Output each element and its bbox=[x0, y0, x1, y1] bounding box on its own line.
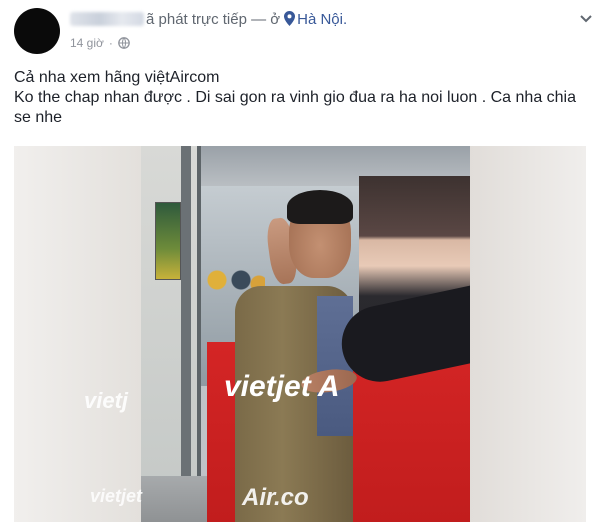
man-hair bbox=[287, 190, 353, 224]
banner-text: Air.co bbox=[242, 484, 309, 511]
post-text-line: Ko the chap nhan được . Di sai gon ra vi… bbox=[14, 89, 577, 126]
location-link[interactable]: Hà Nội. bbox=[297, 11, 347, 28]
video-frame bbox=[141, 146, 470, 522]
avatar[interactable] bbox=[14, 8, 60, 54]
post-meta: 14 giờ · bbox=[70, 36, 130, 50]
banner-text: vietjet A bbox=[224, 370, 340, 403]
video-player[interactable]: vietj vietjet A vietjet Air.co bbox=[14, 146, 586, 522]
chevron-down-icon[interactable] bbox=[578, 10, 594, 26]
door-frame bbox=[181, 146, 191, 522]
post-text-line: Cả nha xem hãng việtAircom bbox=[14, 69, 220, 86]
floor bbox=[141, 476, 207, 522]
small-poster bbox=[155, 202, 181, 280]
man-shirt bbox=[317, 296, 353, 436]
meta-separator: · bbox=[108, 36, 113, 50]
globe-icon[interactable] bbox=[118, 37, 130, 49]
post-body: Cả nha xem hãng việtAircom Ko the chap n… bbox=[14, 68, 584, 128]
video-pad-left bbox=[14, 146, 141, 522]
facebook-post: ã phát trực tiếp — ở Hà Nội. 14 giờ · Cả … bbox=[0, 0, 600, 522]
banner-text: vietj bbox=[84, 388, 129, 413]
location-pin-icon bbox=[284, 11, 296, 26]
video-pad-right bbox=[470, 146, 586, 522]
banner-text: vietjet bbox=[90, 486, 143, 506]
post-action-text: ã phát trực tiếp — ở bbox=[146, 11, 281, 28]
post-timestamp[interactable]: 14 giờ bbox=[70, 36, 104, 50]
post-header: ã phát trực tiếp — ở Hà Nội. bbox=[70, 11, 347, 28]
author-name-blurred[interactable] bbox=[70, 12, 144, 26]
